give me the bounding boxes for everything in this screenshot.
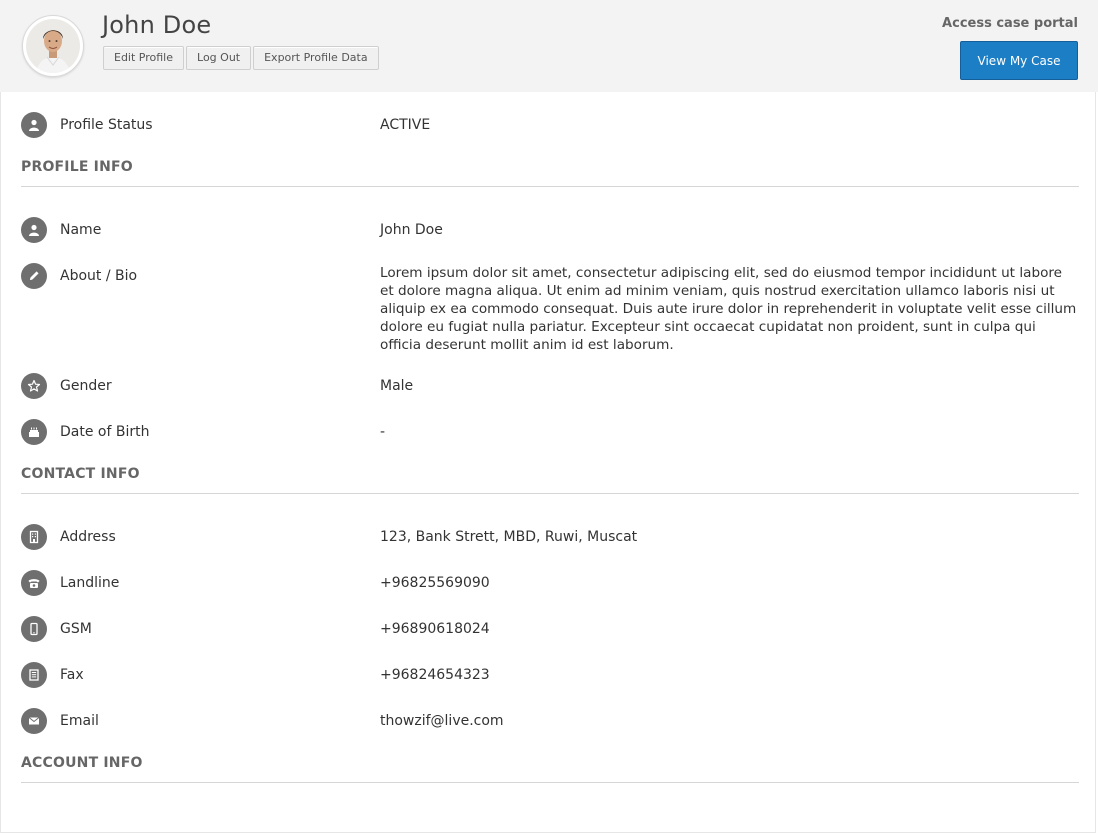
user-icon	[21, 217, 47, 243]
gender-value: Male	[380, 378, 414, 394]
profile-info-heading: PROFILE INFO	[21, 159, 133, 175]
section-divider	[21, 782, 1079, 783]
account-info-heading: ACCOUNT INFO	[21, 755, 143, 771]
star-icon	[21, 373, 47, 399]
section-divider	[21, 493, 1079, 494]
name-row: Name John Doe	[21, 217, 1079, 243]
gender-label: Gender	[60, 378, 112, 394]
name-value: John Doe	[380, 222, 443, 238]
address-row: Address 123, Bank Strett, MBD, Ruwi, Mus…	[21, 524, 1079, 550]
landline-value: +96825569090	[380, 575, 490, 591]
edit-profile-button[interactable]: Edit Profile	[103, 46, 185, 70]
pencil-icon	[21, 263, 47, 289]
landline-row: Landline +96825569090	[21, 570, 1079, 596]
gsm-value: +96890618024	[380, 621, 490, 637]
mobile-icon	[21, 616, 47, 642]
section-divider	[21, 186, 1079, 187]
view-my-case-button[interactable]: View My Case	[960, 41, 1078, 80]
name-label: Name	[60, 222, 102, 238]
envelope-icon	[21, 708, 47, 734]
fax-value: +96824654323	[380, 667, 490, 683]
profile-name-heading: John Doe	[102, 11, 212, 39]
profile-actions: Edit Profile Log Out Export Profile Data	[103, 46, 379, 70]
profile-header: John Doe Edit Profile Log Out Export Pro…	[0, 0, 1098, 92]
log-out-button[interactable]: Log Out	[186, 46, 252, 70]
contact-info-heading: CONTACT INFO	[21, 466, 140, 482]
bio-value: Lorem ipsum dolor sit amet, consectetur …	[380, 265, 1077, 353]
export-profile-data-button[interactable]: Export Profile Data	[253, 46, 379, 70]
profile-status-label: Profile Status	[60, 117, 153, 133]
gsm-label: GSM	[60, 621, 92, 637]
landline-label: Landline	[60, 575, 120, 591]
email-label: Email	[60, 713, 99, 729]
bio-label: About / Bio	[60, 268, 138, 284]
gsm-row: GSM +96890618024	[21, 616, 1079, 642]
dob-label: Date of Birth	[60, 424, 150, 440]
dob-row: Date of Birth -	[21, 419, 1079, 445]
fax-row: Fax +96824654323	[21, 662, 1079, 688]
user-icon	[21, 112, 47, 138]
email-row: Email thowzif@live.com	[21, 708, 1079, 734]
fax-label: Fax	[60, 667, 84, 683]
cake-icon	[21, 419, 47, 445]
access-case-portal-label: Access case portal	[942, 16, 1078, 31]
profile-status-row: Profile Status ACTIVE	[21, 112, 1079, 138]
phone-icon	[21, 570, 47, 596]
fax-icon	[21, 662, 47, 688]
address-label: Address	[60, 529, 116, 545]
profile-status-value: ACTIVE	[380, 117, 431, 133]
building-icon	[21, 524, 47, 550]
dob-value: -	[380, 424, 386, 440]
email-value: thowzif@live.com	[380, 713, 504, 729]
gender-row: Gender Male	[21, 373, 1079, 399]
avatar-photo	[26, 19, 80, 73]
avatar	[22, 15, 84, 77]
address-value: 123, Bank Strett, MBD, Ruwi, Muscat	[380, 529, 638, 545]
